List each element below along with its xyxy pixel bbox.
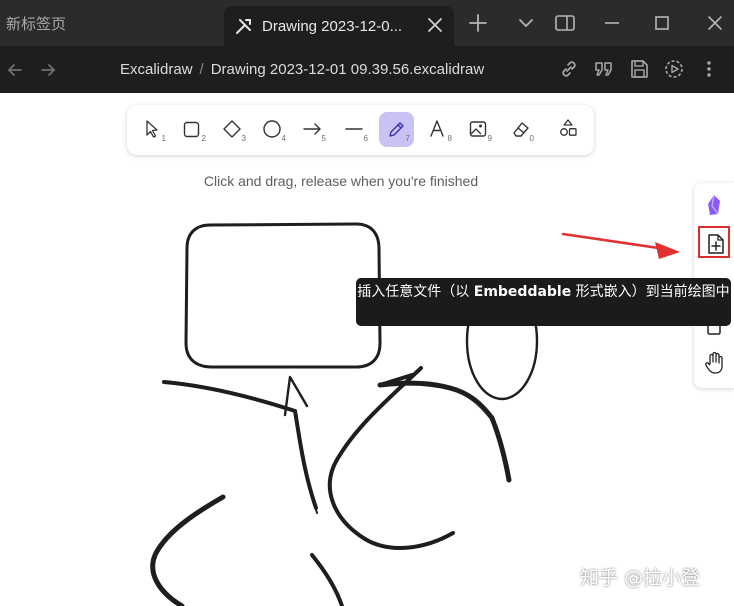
tool-shortcut: 0 [529, 134, 534, 143]
excalidraw-toolbar: 1 2 3 4 5 6 7 8 9 0 [127, 105, 594, 155]
canvas-drawing-layer [150, 222, 680, 606]
new-tab-icon[interactable] [466, 11, 490, 35]
drawn-rectangle [184, 222, 382, 369]
more-options-icon[interactable] [698, 58, 720, 80]
tooltip-text: 插入任意文件（以 [357, 284, 474, 300]
tool-shortcut: 3 [241, 134, 246, 143]
drawn-stroke [310, 553, 344, 606]
quote-icon[interactable] [593, 58, 615, 80]
tooltip-bold-text: Embeddable [473, 284, 572, 300]
shapes-library-icon [560, 119, 577, 136]
link-icon[interactable] [558, 58, 580, 80]
tool-shortcut: 7 [405, 134, 410, 143]
tab-drawing[interactable]: Drawing 2023-12-0... [224, 6, 454, 46]
split-view-icon[interactable] [553, 11, 577, 35]
breadcrumb-file[interactable]: Drawing 2023-12-01 09.39.56.excalidraw [211, 61, 485, 78]
excalidraw-icon [236, 19, 251, 34]
drawn-stroke [162, 380, 318, 510]
maximize-icon[interactable] [650, 11, 674, 35]
tab-label: Drawing 2023-12-0... [262, 17, 403, 35]
tab-label: 新标签页 [6, 14, 67, 33]
annotation-arrow [561, 232, 674, 252]
insert-embeddable-icon[interactable] [698, 226, 730, 258]
drawn-stroke [150, 494, 226, 606]
tool-draw[interactable]: 7 [379, 112, 414, 147]
tooltip-text: 形式嵌入）到当前绘图中 [571, 284, 730, 300]
tool-shortcut: 6 [363, 134, 368, 143]
close-tab-icon[interactable] [426, 16, 444, 34]
breadcrumb-folder[interactable]: Excalidraw [120, 61, 193, 78]
tool-diamond[interactable]: 3 [215, 112, 250, 147]
tool-ellipse[interactable]: 4 [255, 112, 290, 147]
tool-shortcut: 2 [201, 134, 206, 143]
drawn-stroke [377, 380, 512, 483]
embeddable-tooltip: 插入任意文件（以 Embeddable 形式嵌入）到当前绘图中 [356, 278, 731, 326]
tool-image[interactable]: 9 [461, 112, 496, 147]
forward-arrow-icon[interactable] [38, 60, 58, 80]
window-tab-bar: 新标签页 Drawing 2023-12-0... [0, 0, 734, 46]
drawing-canvas[interactable]: 1 2 3 4 5 6 7 8 9 0 Click and drag, rele… [0, 93, 734, 606]
watermark: 知乎 @拉小登 [580, 567, 701, 589]
tool-selection[interactable]: 1 [135, 112, 170, 147]
annotation-arrowhead [655, 242, 680, 259]
navigation-bar: Excalidraw / Drawing 2023-12-01 09.39.56… [0, 46, 734, 93]
tool-library[interactable] [551, 112, 586, 147]
save-icon[interactable] [628, 58, 650, 80]
tool-shortcut: 8 [447, 134, 452, 143]
tool-arrow[interactable]: 5 [295, 112, 330, 147]
tool-rectangle[interactable]: 2 [175, 112, 210, 147]
obsidian-icon[interactable] [698, 189, 730, 221]
drawn-stroke [327, 366, 455, 550]
minimize-icon[interactable] [600, 11, 624, 35]
back-arrow-icon[interactable] [5, 60, 25, 80]
breadcrumb-separator: / [199, 61, 204, 78]
hand-icon[interactable] [698, 346, 730, 378]
tab-new-tab[interactable]: 新标签页 [0, 0, 222, 46]
close-window-icon[interactable] [703, 11, 727, 35]
drawing-hint: Click and drag, release when you're fini… [203, 173, 479, 189]
tool-line[interactable]: 6 [337, 112, 372, 147]
tool-text[interactable]: 8 [421, 112, 456, 147]
chevron-down-icon[interactable] [514, 11, 538, 35]
tool-shortcut: 5 [321, 134, 326, 143]
tool-shortcut: 1 [161, 134, 166, 143]
tool-shortcut: 4 [281, 134, 286, 143]
breadcrumb: Excalidraw / Drawing 2023-12-01 09.39.56… [120, 46, 484, 93]
tool-shortcut: 9 [487, 134, 492, 143]
tool-eraser[interactable]: 0 [503, 112, 538, 147]
play-icon[interactable] [663, 58, 685, 80]
